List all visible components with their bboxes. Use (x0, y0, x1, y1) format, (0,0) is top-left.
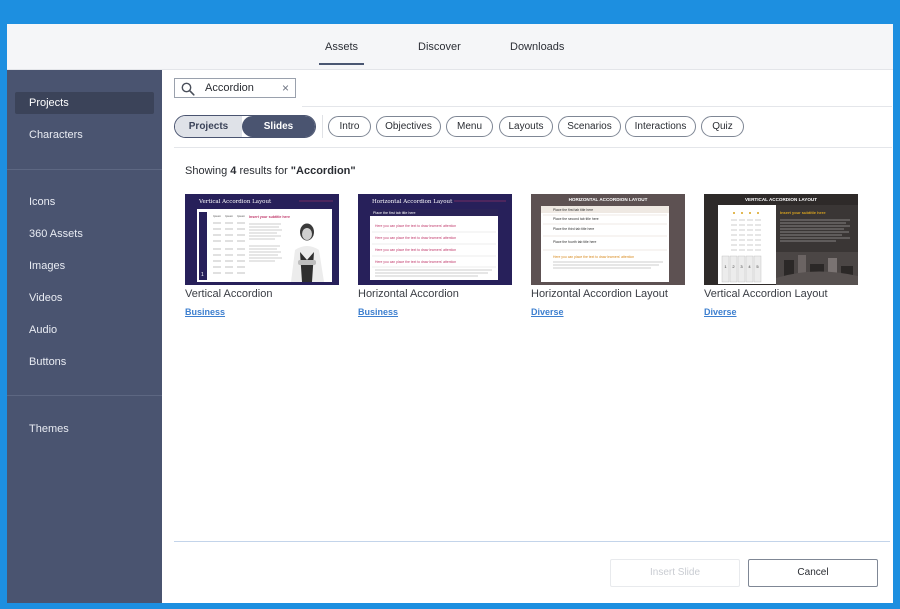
sidebar-item-images[interactable]: Images (15, 255, 154, 277)
sidebar-item-audio[interactable]: Audio (15, 319, 154, 341)
sidebar-item-icons[interactable]: Icons (15, 191, 154, 213)
svg-text:Ipsum: Ipsum (237, 214, 246, 218)
slide-thumbnail[interactable]: VERTICAL ACCORDION LAYOUT 1 2 3 4 5 Inse… (704, 194, 858, 285)
search-value: Accordion (205, 82, 254, 94)
sidebar-item-projects[interactable]: Projects (15, 92, 154, 114)
tab-downloads[interactable]: Downloads (510, 41, 564, 53)
svg-text:Horizontal Accordion Layout: Horizontal Accordion Layout (372, 199, 453, 205)
search-icon (181, 82, 195, 96)
svg-text:Place the third tab title here: Place the third tab title here (553, 227, 594, 231)
svg-text:Here you can place the text to: Here you can place the text to draw lear… (375, 260, 456, 264)
sidebar-item-themes[interactable]: Themes (15, 418, 154, 440)
results-summary: Showing 4 results for "Accordion" (185, 165, 356, 177)
svg-text:Here you can place the text to: Here you can place the text to draw lear… (553, 255, 634, 259)
svg-text:1: 1 (201, 272, 204, 278)
card-tag-link[interactable]: Diverse (704, 307, 737, 317)
filter-chip-scenarios[interactable]: Scenarios (558, 116, 621, 137)
top-tab-bar: Assets Discover Downloads (7, 24, 893, 70)
svg-text:Insert your subtitle here: Insert your subtitle here (780, 210, 826, 215)
tab-assets[interactable]: Assets (318, 41, 365, 65)
sidebar-item-characters[interactable]: Characters (15, 124, 154, 146)
insert-slide-button[interactable]: Insert Slide (610, 559, 740, 587)
svg-text:Vertical Accordion Layout: Vertical Accordion Layout (198, 199, 272, 205)
svg-text:Insert your subtitle here: Insert your subtitle here (249, 215, 290, 219)
sidebar: Projects Characters Icons 360 Assets Ima… (7, 70, 162, 603)
filter-chip-quiz[interactable]: Quiz (701, 116, 744, 137)
card-title[interactable]: Vertical Accordion (185, 288, 272, 300)
filter-chip-layouts[interactable]: Layouts (499, 116, 553, 137)
filter-chip-objectives[interactable]: Objectives (376, 116, 441, 137)
svg-text:Place the first tab title here: Place the first tab title here (553, 208, 593, 212)
sidebar-item-buttons[interactable]: Buttons (15, 351, 154, 373)
divider (174, 147, 892, 148)
clear-search-icon[interactable]: × (282, 81, 289, 95)
svg-text:Here you can place the text to: Here you can place the text to draw lear… (375, 236, 456, 240)
sidebar-divider (7, 395, 162, 396)
svg-text:Ipsum: Ipsum (225, 214, 234, 218)
sidebar-item-360-assets[interactable]: 360 Assets (15, 223, 154, 245)
card-tag-link[interactable]: Diverse (531, 307, 564, 317)
sidebar-item-videos[interactable]: Videos (15, 287, 154, 309)
svg-text:Here you can place the text to: Here you can place the text to draw lear… (375, 224, 456, 228)
city-illustration (776, 252, 858, 285)
card-title[interactable]: Horizontal Accordion (358, 288, 459, 300)
card-tag-link[interactable]: Business (185, 307, 225, 317)
slide-thumbnail[interactable]: Horizontal Accordion Layout Place the fi… (358, 194, 512, 285)
search-input[interactable]: Accordion × (174, 78, 296, 98)
footer-divider (174, 541, 890, 542)
slide-thumbnail[interactable]: Vertical Accordion Layout 1 Ipsum Ipsum … (185, 194, 339, 285)
filter-chip-interactions[interactable]: Interactions (625, 116, 696, 137)
svg-text:VERTICAL ACCORDION LAYOUT: VERTICAL ACCORDION LAYOUT (745, 197, 817, 202)
card-title[interactable]: Vertical Accordion Layout (704, 288, 828, 300)
sidebar-divider (7, 169, 162, 170)
slide-thumbnail[interactable]: HORIZONTAL ACCORDION LAYOUT Place the fi… (531, 194, 685, 285)
divider (322, 115, 323, 138)
svg-text:Place the second tab title her: Place the second tab title here (553, 217, 599, 221)
cancel-button[interactable]: Cancel (748, 559, 878, 587)
toggle-slides[interactable]: Slides (242, 116, 315, 137)
divider (302, 106, 892, 107)
svg-text:Place the fourth tab title her: Place the fourth tab title here (553, 240, 596, 244)
tab-discover[interactable]: Discover (418, 41, 461, 53)
svg-text:Ipsum: Ipsum (213, 214, 222, 218)
filter-chip-menu[interactable]: Menu (446, 116, 493, 137)
card-tag-link[interactable]: Business (358, 307, 398, 317)
toggle-projects[interactable]: Projects (175, 116, 242, 137)
filter-chip-intro[interactable]: Intro (328, 116, 371, 137)
asset-browser-window: Assets Discover Downloads Projects Chara… (7, 24, 893, 603)
svg-text:HORIZONTAL ACCORDION LAYOUT: HORIZONTAL ACCORDION LAYOUT (569, 197, 648, 202)
svg-text:Place the first tab title here: Place the first tab title here (373, 211, 416, 215)
projects-slides-toggle: Projects Slides (174, 115, 316, 138)
svg-text:Here you can place the text to: Here you can place the text to draw lear… (375, 248, 456, 252)
card-title[interactable]: Horizontal Accordion Layout (531, 288, 668, 300)
